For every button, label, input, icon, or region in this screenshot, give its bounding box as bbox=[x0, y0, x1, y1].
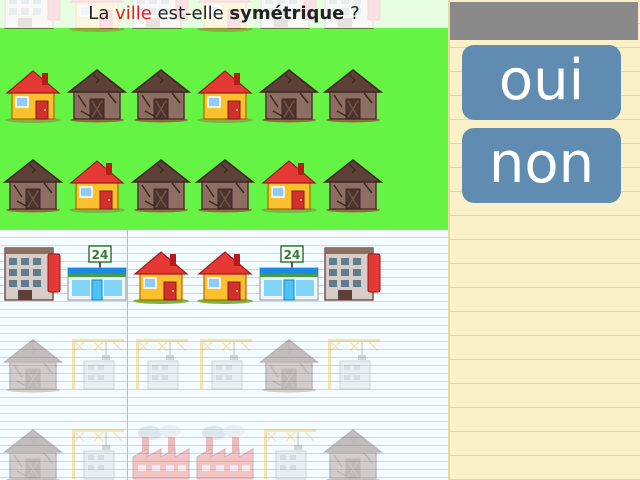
house-icon bbox=[194, 63, 256, 125]
ruined-house-icon bbox=[194, 153, 256, 215]
house-icon bbox=[194, 244, 256, 306]
svg-text:24: 24 bbox=[92, 248, 109, 262]
city-board: 24 24 La ville est-elle symétrique ? bbox=[0, 0, 448, 480]
construction-site-icon bbox=[130, 333, 192, 395]
no-button[interactable]: non bbox=[462, 128, 621, 203]
ruined-house-icon bbox=[322, 63, 384, 125]
house-icon bbox=[258, 153, 320, 215]
house-icon bbox=[66, 153, 128, 215]
ruined-house-icon bbox=[258, 333, 320, 395]
question-part2: est-elle bbox=[151, 3, 230, 24]
svg-text:24: 24 bbox=[284, 248, 301, 262]
factory-icon bbox=[130, 423, 192, 480]
ruined-house-icon bbox=[130, 153, 192, 215]
convenience-store-icon: 24 bbox=[258, 244, 320, 306]
question-text: La ville est-elle symétrique ? bbox=[0, 0, 448, 28]
ruined-house-icon bbox=[2, 423, 64, 480]
construction-site-icon bbox=[258, 423, 320, 480]
house-icon bbox=[2, 63, 64, 125]
ruined-house-icon bbox=[2, 153, 64, 215]
question-part1: La bbox=[88, 3, 116, 24]
ruined-house-icon bbox=[258, 63, 320, 125]
construction-site-icon bbox=[322, 333, 384, 395]
factory-icon bbox=[194, 423, 256, 480]
ruined-house-icon bbox=[2, 333, 64, 395]
construction-site-icon bbox=[66, 423, 128, 480]
yes-button[interactable]: oui bbox=[462, 45, 621, 120]
question-highlight-word: ville bbox=[115, 3, 152, 24]
ruined-house-icon bbox=[130, 63, 192, 125]
question-emphasis-word: symétrique bbox=[229, 3, 345, 24]
apartment-building-icon bbox=[322, 244, 384, 306]
apartment-building-icon bbox=[2, 244, 64, 306]
ruined-house-icon bbox=[322, 153, 384, 215]
question-part3: ? bbox=[344, 3, 360, 24]
convenience-store-icon: 24 bbox=[66, 244, 128, 306]
ruined-house-icon bbox=[322, 423, 384, 480]
construction-site-icon bbox=[194, 333, 256, 395]
ruined-house-icon bbox=[66, 63, 128, 125]
top-status-bar bbox=[450, 2, 638, 40]
construction-site-icon bbox=[66, 333, 128, 395]
house-icon bbox=[130, 244, 192, 306]
